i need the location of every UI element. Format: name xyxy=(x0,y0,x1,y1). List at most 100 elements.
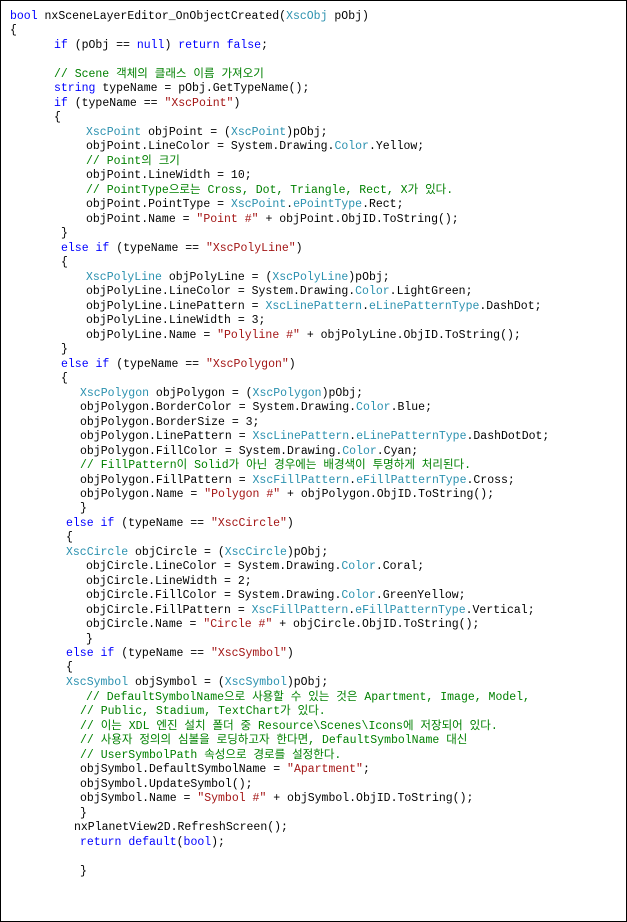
code-snippet-box: bool nxSceneLayerEditor_OnObjectCreated(… xyxy=(0,0,627,922)
function-signature-line: bool nxSceneLayerEditor_OnObjectCreated(… xyxy=(10,10,369,25)
code-text: + objPoint.ObjID.ToString(); xyxy=(258,213,459,226)
code-text: objPolygon.Name = xyxy=(80,488,205,501)
code-type: XscSymbol xyxy=(66,676,129,689)
code-text: ) xyxy=(288,358,296,371)
code-text: { xyxy=(61,256,68,269)
code-text: ) xyxy=(295,242,303,255)
code-line: objPolygon.BorderColor = System.Drawing.… xyxy=(80,401,432,416)
code-type: Color xyxy=(341,589,376,602)
code-line: // 이는 XDL 엔진 설치 폴더 중 Resource\Scenes\Ico… xyxy=(80,720,498,735)
code-line: objPoint.LineColor = System.Drawing.Colo… xyxy=(86,140,424,155)
code-text: )pObj; xyxy=(286,546,329,559)
code-line: // UserSymbolPath 속성으로 경로를 설정한다. xyxy=(80,749,341,764)
code-text: objPolyLine = ( xyxy=(161,271,273,284)
null-check-line: if (pObj == null) return false; xyxy=(54,39,268,54)
code-text: (typeName == xyxy=(109,358,206,371)
code-line: objSymbol.DefaultSymbolName = "Apartment… xyxy=(80,763,370,778)
code-keyword: else xyxy=(66,517,94,530)
code-text: objPoint.LineWidth = 10; xyxy=(86,169,252,182)
code-line: XscCircle objCircle = (XscCircle)pObj; xyxy=(66,546,328,561)
code-text: objPoint.PointType = xyxy=(86,198,231,211)
code-type: XscPolyLine xyxy=(86,271,162,284)
code-line: { xyxy=(61,256,68,271)
code-line: { xyxy=(66,531,73,546)
code-text: objPolyLine.LineWidth = 3; xyxy=(86,314,266,327)
code-comment: // 이는 XDL 엔진 설치 폴더 중 Resource\Scenes\Ico… xyxy=(80,720,498,733)
code-text: { xyxy=(54,111,61,124)
code-text: )pObj; xyxy=(286,676,329,689)
code-text: } xyxy=(61,343,68,356)
code-type: XscLinePattern xyxy=(265,300,363,313)
code-text: objSymbol = ( xyxy=(128,676,225,689)
code-comment: // PointType으로는 Cross, Dot, Triangle, Re… xyxy=(86,184,454,197)
typename-declaration-line: string typeName = pObj.GetTypeName(); xyxy=(54,82,309,97)
code-text: + objPolyLine.ObjID.ToString(); xyxy=(299,329,521,342)
code-text: objCircle.Name = xyxy=(86,618,204,631)
code-line: objPolygon.FillColor = System.Drawing.Co… xyxy=(80,445,418,460)
code-keyword: false xyxy=(226,39,262,52)
code-line: objSymbol.UpdateSymbol(); xyxy=(80,778,253,793)
code-keyword: else xyxy=(66,647,94,660)
code-comment: // FillPattern이 Solid가 아닌 경우에는 배경색이 투명하게… xyxy=(80,459,472,472)
code-type: XscLinePattern xyxy=(252,430,350,443)
code-line: // Public, Stadium, TextChart가 있다. xyxy=(80,705,326,720)
code-text: + objPolygon.ObjID.ToString(); xyxy=(280,488,495,501)
code-line: objPolygon.LinePattern = XscLinePattern.… xyxy=(80,430,549,445)
code-text: (pObj == xyxy=(67,39,137,52)
else-if-xscpolygon-line: else if (typeName == "XscPolygon") xyxy=(61,358,296,373)
code-text: objPolyLine.LineColor = System.Drawing. xyxy=(86,285,356,298)
code-string: "Polyline #" xyxy=(217,329,300,342)
code-line: return default(bool); xyxy=(80,836,225,851)
comment-line: // Scene 객체의 클래스 이름 가져오기 xyxy=(54,68,264,83)
code-text: )pObj; xyxy=(321,387,363,400)
code-type: XscPoint xyxy=(230,126,287,139)
code-type: XscPolyLine xyxy=(272,271,349,284)
code-text: objPolygon.LinePattern = xyxy=(80,430,253,443)
code-keyword: if xyxy=(100,517,115,530)
code-line: // DefaultSymbolName으로 사용할 수 있는 것은 Apart… xyxy=(86,691,530,706)
code-string: "Symbol #" xyxy=(197,792,267,805)
code-text: objPoint = ( xyxy=(141,126,231,139)
code-string: "XscPolyLine" xyxy=(205,242,296,255)
code-line: // Point의 크기 xyxy=(86,155,180,170)
code-line: objCircle.Name = "Circle #" + objCircle.… xyxy=(86,618,479,633)
code-line: objCircle.FillPattern = XscFillPattern.e… xyxy=(86,604,535,619)
code-text: } xyxy=(80,865,87,878)
code-line: { xyxy=(61,372,68,387)
code-text: .LightGreen; xyxy=(389,285,473,298)
code-type: XscFillPattern xyxy=(251,604,349,617)
code-type: eFillPatternType xyxy=(356,474,467,487)
code-type: XscPoint xyxy=(86,126,142,139)
code-text: + objSymbol.ObjID.ToString(); xyxy=(266,792,474,805)
code-line: } xyxy=(80,865,87,880)
code-type: eLinePatternType xyxy=(368,300,480,313)
code-keyword: bool xyxy=(10,10,38,23)
code-text: } xyxy=(80,807,87,820)
code-keyword: else xyxy=(61,242,89,255)
code-text: } xyxy=(61,227,68,240)
code-line: } xyxy=(61,343,68,358)
code-string: "Polygon #" xyxy=(204,488,281,501)
code-type: XscPoint xyxy=(230,198,287,211)
code-line: // FillPattern이 Solid가 아닌 경우에는 배경색이 투명하게… xyxy=(80,459,471,474)
code-text: objCircle = ( xyxy=(128,546,225,559)
code-text: objSymbol.Name = xyxy=(80,792,198,805)
code-type: Color xyxy=(342,445,377,458)
code-keyword: else xyxy=(61,358,89,371)
code-line: objPolyLine.LinePattern = XscLinePattern… xyxy=(86,300,542,315)
code-line: objPolygon.Name = "Polygon #" + objPolyg… xyxy=(80,488,494,503)
code-text: objCircle.FillColor = System.Drawing. xyxy=(86,589,342,602)
code-text: .Cyan; xyxy=(376,445,419,458)
code-string: "Point #" xyxy=(196,213,259,226)
code-string: "XscPoint" xyxy=(164,97,234,110)
code-comment: // Scene 객체의 클래스 이름 가져오기 xyxy=(54,68,264,81)
code-text: objSymbol.DefaultSymbolName = xyxy=(80,763,288,776)
code-line: objPoint.LineWidth = 10; xyxy=(86,169,252,184)
code-line: objPoint.PointType = XscPoint.ePointType… xyxy=(86,198,404,213)
else-if-xscsymbol-line: else if (typeName == "XscSymbol") xyxy=(66,647,294,662)
code-text: .Blue; xyxy=(390,401,432,414)
code-line: objPolygon.FillPattern = XscFillPattern.… xyxy=(80,474,515,489)
code-text: objSymbol.UpdateSymbol(); xyxy=(80,778,253,791)
